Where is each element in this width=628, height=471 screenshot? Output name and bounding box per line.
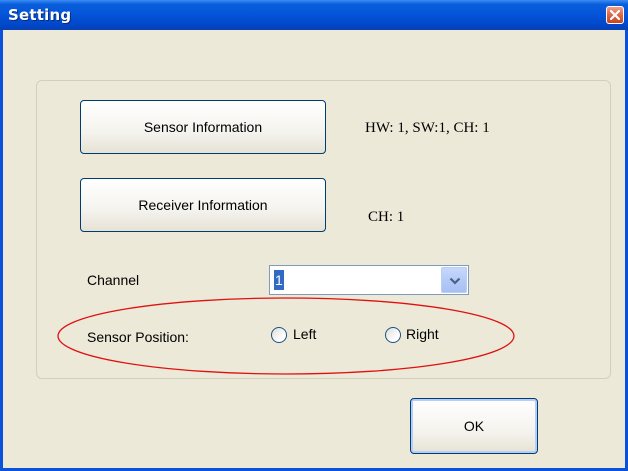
ok-button-label: OK	[463, 418, 485, 434]
close-icon	[610, 10, 620, 20]
sensor-information-label: Sensor Information	[143, 119, 263, 135]
receiver-info-text: CH: 1	[368, 209, 405, 225]
annotation-ellipse	[57, 297, 515, 375]
close-button[interactable]	[606, 6, 624, 24]
sensor-information-button[interactable]: Sensor Information	[80, 100, 326, 154]
ok-button[interactable]: OK	[410, 398, 538, 454]
channel-label: Channel	[87, 272, 140, 288]
window-title: Setting	[8, 6, 72, 24]
receiver-information-label: Receiver Information	[138, 197, 268, 213]
chevron-down-icon	[449, 277, 461, 285]
title-bar[interactable]: Setting	[0, 0, 628, 30]
channel-select-value: 1	[274, 270, 284, 290]
sensor-info-text: HW: 1, SW:1, CH: 1	[365, 120, 490, 136]
receiver-information-button[interactable]: Receiver Information	[80, 178, 326, 232]
